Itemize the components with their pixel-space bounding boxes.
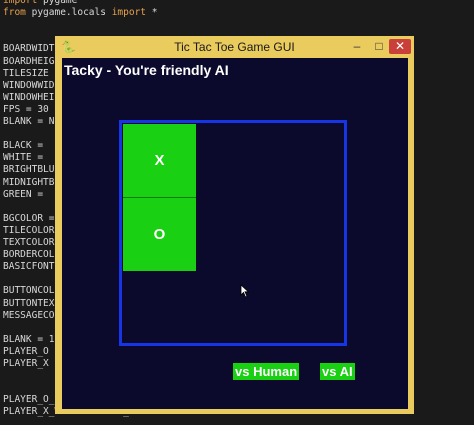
code-line: BRIGHTBLU <box>3 164 55 176</box>
code-line: BOARDWIDT <box>3 43 55 55</box>
game-surface[interactable]: Tacky - You're friendly AI X O vs Human … <box>62 58 408 409</box>
tile-mark: O <box>153 226 166 243</box>
code-line: TILESIZE <box>3 67 49 79</box>
code-line: MESSAGECO <box>3 309 55 321</box>
maximize-button[interactable]: □ <box>369 39 389 54</box>
code-line: WINDOWHEI <box>3 91 55 103</box>
code-line: BORDERCOL <box>3 249 55 261</box>
code-line: MIDNIGHTB <box>3 176 55 188</box>
code-line: TEXTCOLOR <box>3 237 55 248</box>
vs-ai-button[interactable]: vs AI <box>320 363 355 380</box>
code-line: BLACK = <box>3 140 44 152</box>
status-message: Tacky - You're friendly AI <box>64 62 229 78</box>
code-line: TILECOLOR <box>3 224 55 236</box>
game-window[interactable]: 🐍 Tic Tac Toe Game GUI – □ ✕ Tacky - You… <box>55 36 414 414</box>
code-line: BLANK = N <box>3 116 55 127</box>
code-line: BOARDHEIG <box>3 55 55 67</box>
vs-human-button[interactable]: vs Human <box>233 363 300 380</box>
code-line: WHITE = <box>3 152 44 164</box>
board-tile-o[interactable]: O <box>123 198 196 271</box>
code-line: BUTTONTEX <box>3 297 55 309</box>
board-tile-x[interactable]: X <box>123 124 196 197</box>
code-line: PLAYER_O_ <box>3 394 55 406</box>
code-line: PLAYER_X <box>3 358 49 369</box>
code-line: BASICFONT <box>3 261 55 273</box>
code-line: BGCOLOR = <box>3 212 55 224</box>
window-titlebar[interactable]: 🐍 Tic Tac Toe Game GUI – □ ✕ <box>55 36 414 58</box>
code-line: import pygame <box>3 0 78 6</box>
code-line: PLAYER_O <box>3 345 49 357</box>
tile-mark: X <box>154 152 165 169</box>
code-line: BUTTONCOL <box>3 285 55 297</box>
code-line: GREEN = <box>3 188 44 200</box>
code-line: from pygame.locals import * <box>3 7 158 19</box>
code-line: BLANK = 1 <box>3 333 55 345</box>
game-board[interactable]: X O <box>119 120 347 346</box>
code-line: FPS = 30 <box>3 103 49 115</box>
close-button[interactable]: ✕ <box>389 39 411 54</box>
code-line: WINDOWWID <box>3 79 55 91</box>
minimize-button[interactable]: – <box>347 39 367 54</box>
